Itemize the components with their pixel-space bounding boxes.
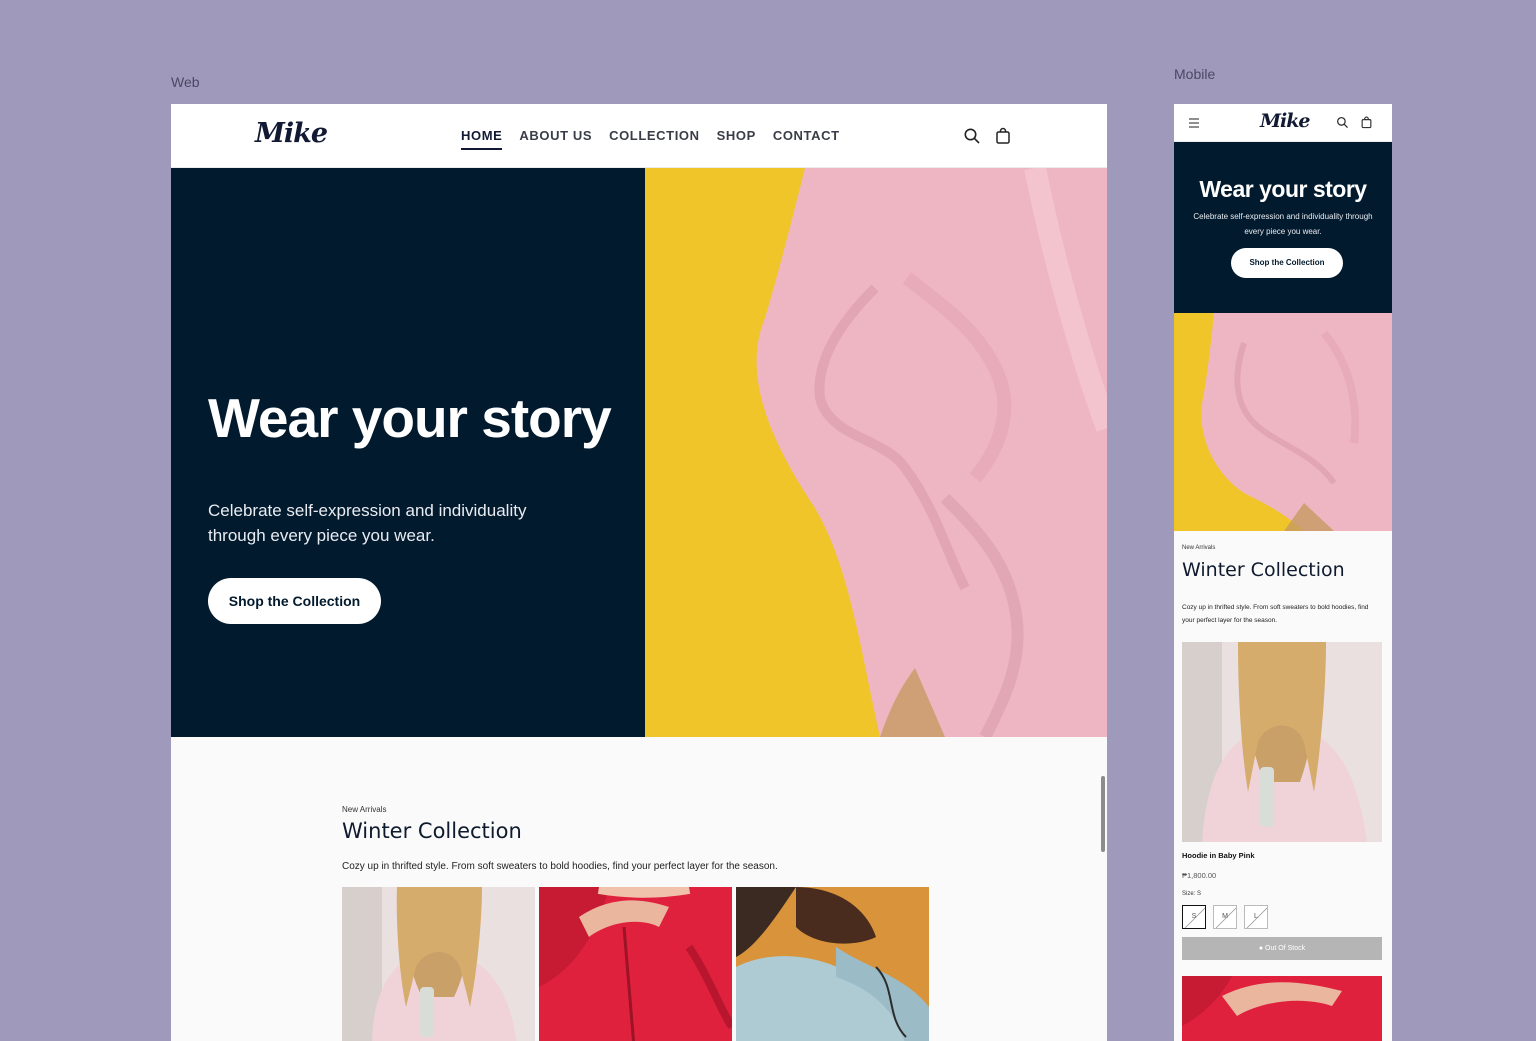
nav-item-home[interactable]: HOME [461, 128, 503, 150]
shopping-bag-icon[interactable] [1360, 116, 1373, 129]
web-frame-label: Web [171, 74, 200, 90]
section-description: Cozy up in thrifted style. From soft swe… [1182, 604, 1369, 624]
section-kicker: New Arrivals [342, 805, 387, 814]
main-nav: HOME ABOUT US COLLECTION SHOP CONTACT [461, 128, 840, 150]
out-of-stock-label: Out Of Stock [1265, 945, 1306, 952]
search-icon[interactable] [1336, 116, 1349, 129]
product-card-image[interactable] [342, 887, 535, 1041]
mobile-hero-panel: Wear your story Celebrate self-expressio… [1174, 142, 1392, 313]
product-price: ₱1,800.00 [1182, 871, 1217, 880]
site-logo[interactable]: Mike [255, 118, 328, 149]
site-header: Mike HOME ABOUT US COLLECTION SHOP CONTA… [171, 104, 1107, 168]
hero-title: Wear your story [208, 387, 612, 449]
section-kicker: New Arrivals [1182, 545, 1216, 551]
hero-subtitle: Celebrate self-expression and individual… [1193, 212, 1373, 236]
size-option-m[interactable]: M [1213, 905, 1237, 929]
mobile-frame: Mike Wear your story Celebrate self-expr… [1174, 104, 1392, 1041]
site-logo[interactable]: Mike [1260, 110, 1311, 132]
shopping-bag-icon[interactable] [994, 127, 1012, 145]
product-card-image[interactable] [736, 887, 929, 1041]
size-option-label: L [1254, 913, 1258, 920]
size-label: Size: S [1182, 891, 1202, 897]
section-title: Winter Collection [1182, 559, 1345, 581]
hamburger-menu-icon[interactable] [1187, 116, 1201, 130]
product-image[interactable] [1182, 976, 1382, 1041]
product-card-image[interactable] [539, 887, 732, 1041]
nav-item-contact[interactable]: CONTACT [773, 128, 840, 150]
nav-item-collection[interactable]: COLLECTION [609, 128, 700, 150]
product-name[interactable]: Hoodie in Baby Pink [1182, 851, 1255, 860]
hero-image [645, 168, 1107, 737]
scrollbar[interactable] [1101, 776, 1105, 852]
size-option-s[interactable]: S [1182, 905, 1206, 929]
collection-section: New Arrivals Winter Collection Cozy up i… [171, 737, 1107, 1041]
shop-collection-button[interactable]: Shop the Collection [208, 578, 381, 624]
size-option-l[interactable]: L [1244, 905, 1268, 929]
hero-subtitle: Celebrate self-expression and individual… [208, 501, 527, 545]
mobile-hero-image [1174, 313, 1392, 531]
mobile-frame-label: Mobile [1174, 66, 1216, 82]
section-title: Winter Collection [342, 819, 522, 843]
web-frame: Mike HOME ABOUT US COLLECTION SHOP CONTA… [171, 104, 1107, 1041]
section-description: Cozy up in thrifted style. From soft swe… [342, 861, 778, 872]
product-image[interactable] [1182, 642, 1382, 842]
nav-item-about-us[interactable]: ABOUT US [519, 128, 592, 150]
size-option-label: S [1191, 913, 1197, 920]
shop-collection-button[interactable]: Shop the Collection [1231, 248, 1343, 278]
hero-title: Wear your story [1199, 176, 1367, 202]
out-of-stock-button[interactable]: ● Out Of Stock [1182, 937, 1382, 960]
nav-item-shop[interactable]: SHOP [717, 128, 756, 150]
mobile-header: Mike [1174, 104, 1392, 142]
size-option-label: M [1222, 913, 1228, 920]
search-icon[interactable] [963, 127, 981, 145]
hero-panel: Wear your story Celebrate self-expressio… [171, 168, 645, 737]
